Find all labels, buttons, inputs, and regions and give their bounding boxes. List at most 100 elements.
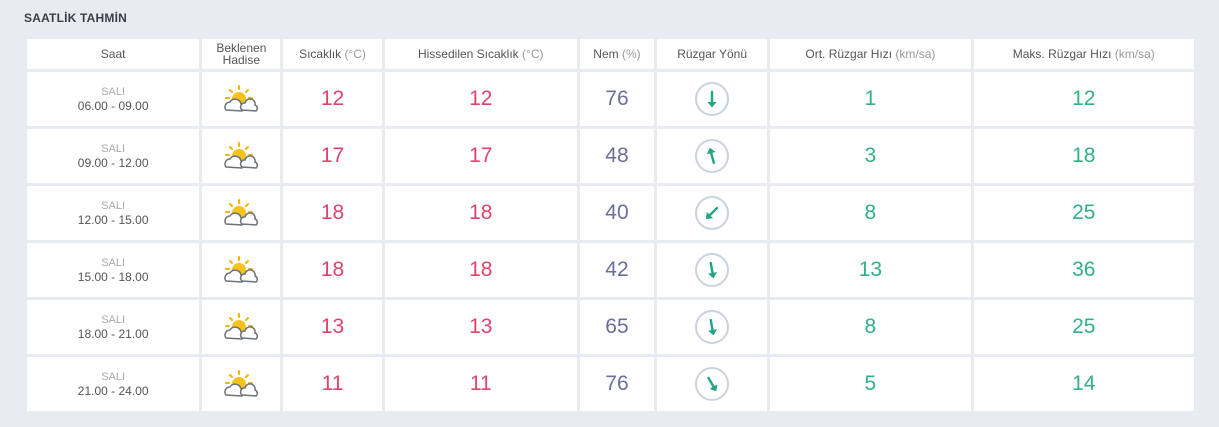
event-cell [202, 72, 281, 126]
feels-like-cell: 13 [384, 300, 577, 354]
humidity-value: 65 [605, 315, 629, 338]
day-label: SALI [101, 199, 126, 212]
wind-direction-cell [657, 186, 768, 240]
day-label: SALI [101, 313, 126, 326]
table-row: SALI 15.00 - 18.00 18 18 42 13 36 [27, 243, 1194, 297]
feels-like-value: 18 [469, 258, 493, 281]
partly-cloudy-icon [220, 313, 262, 340]
partly-cloudy-icon [220, 256, 262, 283]
wind-avg-cell: 8 [770, 300, 971, 354]
temperature-value: 17 [320, 144, 345, 167]
wind-direction-cell [657, 300, 768, 354]
temperature-cell: 18 [283, 243, 382, 297]
wind-avg-cell: 5 [770, 357, 971, 411]
humidity-cell: 65 [579, 300, 655, 354]
feels-like-cell: 17 [384, 129, 577, 183]
humidity-value: 48 [605, 144, 629, 167]
header-wind-max: Maks. Rüzgar Hızı (km/sa) [973, 39, 1194, 69]
wind-max-value: 36 [1072, 258, 1096, 281]
temperature-cell: 13 [283, 300, 382, 354]
event-cell [202, 186, 281, 240]
wind-avg-value: 13 [858, 258, 883, 281]
temperature-cell: 11 [283, 357, 382, 411]
wind-avg-value: 3 [864, 144, 877, 167]
header-wind-direction: Rüzgar Yönü [657, 39, 768, 69]
wind-max-value: 18 [1072, 144, 1096, 167]
humidity-cell: 76 [579, 357, 655, 411]
header-humidity: Nem (%) [579, 39, 655, 69]
table-row: SALI 06.00 - 09.00 12 12 76 1 12 [27, 72, 1194, 126]
temperature-value: 18 [320, 201, 345, 224]
time-cell: SALI 18.00 - 21.00 [27, 300, 200, 354]
hours-label: 18.00 - 21.00 [77, 326, 149, 341]
wind-direction-cell [657, 357, 768, 411]
wind-avg-value: 8 [864, 315, 877, 338]
header-feels-like: Hissedilen Sıcaklık (°C) [384, 39, 577, 69]
wind-direction-arrow-icon [695, 253, 730, 287]
wind-avg-value: 1 [864, 87, 877, 110]
temperature-cell: 17 [283, 129, 382, 183]
hours-label: 09.00 - 12.00 [77, 155, 149, 170]
temperature-value: 12 [320, 87, 345, 110]
wind-avg-cell: 13 [770, 243, 971, 297]
table-row: SALI 18.00 - 21.00 13 13 65 8 25 [27, 300, 1194, 354]
wind-avg-cell: 1 [770, 72, 971, 126]
feels-like-value: 18 [469, 201, 493, 224]
partly-cloudy-icon [220, 370, 262, 397]
day-label: SALI [101, 142, 126, 155]
table-row: SALI 12.00 - 15.00 18 18 40 8 25 [27, 186, 1194, 240]
header-time: Saat [27, 39, 200, 69]
feels-like-value: 11 [469, 372, 492, 395]
hours-label: 15.00 - 18.00 [77, 269, 149, 284]
wind-direction-arrow-icon [695, 196, 730, 230]
time-cell: SALI 21.00 - 24.00 [27, 357, 200, 411]
wind-max-cell: 36 [973, 243, 1194, 297]
header-temp: Sıcaklık (°C) [283, 39, 382, 69]
wind-avg-value: 8 [864, 201, 877, 224]
wind-direction-cell [657, 243, 768, 297]
day-label: SALI [101, 256, 126, 269]
wind-max-cell: 12 [973, 72, 1194, 126]
event-cell [202, 129, 281, 183]
wind-max-cell: 25 [973, 300, 1194, 354]
wind-avg-cell: 8 [770, 186, 971, 240]
humidity-cell: 48 [579, 129, 655, 183]
humidity-value: 76 [605, 87, 629, 110]
feels-like-value: 17 [469, 144, 493, 167]
feels-like-cell: 18 [384, 243, 577, 297]
feels-like-value: 12 [469, 87, 493, 110]
wind-max-value: 12 [1072, 87, 1096, 110]
wind-max-value: 25 [1072, 315, 1096, 338]
humidity-value: 76 [605, 372, 629, 395]
day-label: SALI [101, 370, 126, 383]
feels-like-cell: 12 [384, 72, 577, 126]
hours-label: 21.00 - 24.00 [77, 383, 149, 398]
wind-direction-arrow-icon [695, 82, 730, 116]
feels-like-cell: 18 [384, 186, 577, 240]
feels-like-value: 13 [469, 315, 493, 338]
humidity-cell: 40 [579, 186, 655, 240]
wind-max-value: 14 [1072, 372, 1096, 395]
temperature-cell: 12 [283, 72, 382, 126]
humidity-value: 42 [605, 258, 629, 281]
hours-label: 12.00 - 15.00 [77, 212, 149, 227]
day-label: SALI [101, 85, 126, 98]
hours-label: 06.00 - 09.00 [77, 98, 149, 113]
partly-cloudy-icon [220, 142, 262, 169]
wind-direction-arrow-icon [695, 139, 730, 173]
wind-max-cell: 14 [973, 357, 1194, 411]
partly-cloudy-icon [220, 85, 262, 112]
header-row: Saat Beklenen Hadise Sıcaklık (°C) Hissed… [27, 39, 1194, 69]
temperature-value: 11 [321, 372, 344, 395]
header-wind-avg: Ort. Rüzgar Hızı (km/sa) [770, 39, 971, 69]
time-cell: SALI 06.00 - 09.00 [27, 72, 200, 126]
partly-cloudy-icon [220, 199, 262, 226]
wind-avg-cell: 3 [770, 129, 971, 183]
humidity-cell: 42 [579, 243, 655, 297]
wind-direction-cell [657, 72, 768, 126]
table-row: SALI 09.00 - 12.00 17 17 48 3 18 [27, 129, 1194, 183]
hourly-forecast-table: Saat Beklenen Hadise Sıcaklık (°C) Hissed… [24, 36, 1197, 414]
humidity-cell: 76 [579, 72, 655, 126]
feels-like-cell: 11 [384, 357, 577, 411]
wind-max-value: 25 [1072, 201, 1096, 224]
